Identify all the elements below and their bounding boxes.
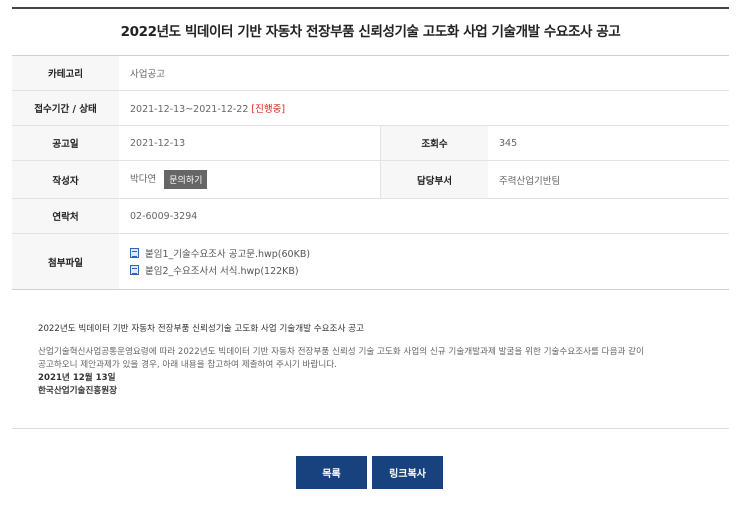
status-badge: [진행중] [251, 104, 286, 115]
body-date: 2021년 12월 13일 [38, 373, 116, 383]
row-period: 접수기간 / 상태 2021-12-13~2021-12-22 [진행중] [12, 90, 729, 126]
attachment-link[interactable]: 붙임1_기술수요조사 공고문.hwp(60KB) [145, 246, 310, 260]
period-label: 접수기간 / 상태 [12, 90, 119, 126]
views-label: 조회수 [380, 125, 488, 161]
hwp-file-icon [130, 248, 139, 258]
bottom-divider [12, 428, 729, 429]
list-button[interactable]: 목록 [296, 456, 367, 489]
period-value: 2021-12-13~2021-12-22 [130, 104, 249, 115]
body-org: 한국산업기술진흥원장 [38, 386, 118, 396]
row-category: 카테고리 사업공고 [12, 55, 729, 91]
copy-link-button[interactable]: 링크복사 [372, 456, 443, 489]
body-line: 산업기술혁신사업공통운영요령에 따라 2022년도 빅데이터 기반 자동차 전장… [38, 347, 644, 357]
dept-label: 담당부서 [380, 160, 488, 199]
notice-info-table: 카테고리 사업공고 접수기간 / 상태 2021-12-13~2021-12-2… [12, 55, 729, 290]
inquiry-button[interactable]: 문의하기 [164, 170, 208, 189]
attachment-item[interactable]: 붙임1_기술수요조사 공고문.hwp(60KB) [130, 245, 729, 262]
author-value: 박다연 [130, 174, 157, 185]
page-title: 2022년도 빅데이터 기반 자동차 전장부품 신뢰성기술 고도화 사업 기술개… [120, 24, 621, 40]
views-value: 345 [488, 125, 729, 161]
dept-value: 주력산업기반팀 [488, 160, 729, 199]
contact-value: 02-6009-3294 [119, 198, 729, 234]
category-label: 카테고리 [12, 55, 119, 91]
row-author: 작성자 박다연 문의하기 담당부서 주력산업기반팀 [12, 160, 729, 199]
attachment-link[interactable]: 붙임2_수요조사서 서식.hwp(122KB) [145, 263, 299, 277]
row-date: 공고일 2021-12-13 조회수 345 [12, 125, 729, 161]
category-value: 사업공고 [119, 55, 729, 91]
notice-detail-page: 2022년도 빅데이터 기반 자동차 전장부품 신뢰성기술 고도화 사업 기술개… [0, 0, 743, 505]
hwp-file-icon [130, 265, 139, 275]
body-heading: 2022년도 빅데이터 기반 자동차 전장부품 신뢰성기술 고도화 사업 기술개… [38, 324, 364, 334]
author-label: 작성자 [12, 160, 119, 199]
row-contact: 연락처 02-6009-3294 [12, 198, 729, 234]
attachment-item[interactable]: 붙임2_수요조사서 서식.hwp(122KB) [130, 262, 729, 279]
notice-body: 2022년도 빅데이터 기반 자동차 전장부품 신뢰성기술 고도화 사업 기술개… [38, 323, 698, 398]
date-value: 2021-12-13 [119, 125, 381, 161]
body-line: 공고하오니 제안과제가 있을 경우, 아래 내용을 참고하여 제출하여 주시기 … [38, 360, 337, 370]
date-label: 공고일 [12, 125, 119, 161]
row-attachments: 첨부파일 붙임1_기술수요조사 공고문.hwp(60KB) 붙임2_수요조사서 … [12, 233, 729, 290]
period-cell: 2021-12-13~2021-12-22 [진행중] [119, 90, 729, 126]
attach-label: 첨부파일 [12, 233, 119, 290]
top-divider [12, 7, 729, 9]
contact-label: 연락처 [12, 198, 119, 234]
attachment-list: 붙임1_기술수요조사 공고문.hwp(60KB) 붙임2_수요조사서 서식.hw… [119, 233, 729, 290]
author-cell: 박다연 문의하기 [119, 160, 381, 199]
